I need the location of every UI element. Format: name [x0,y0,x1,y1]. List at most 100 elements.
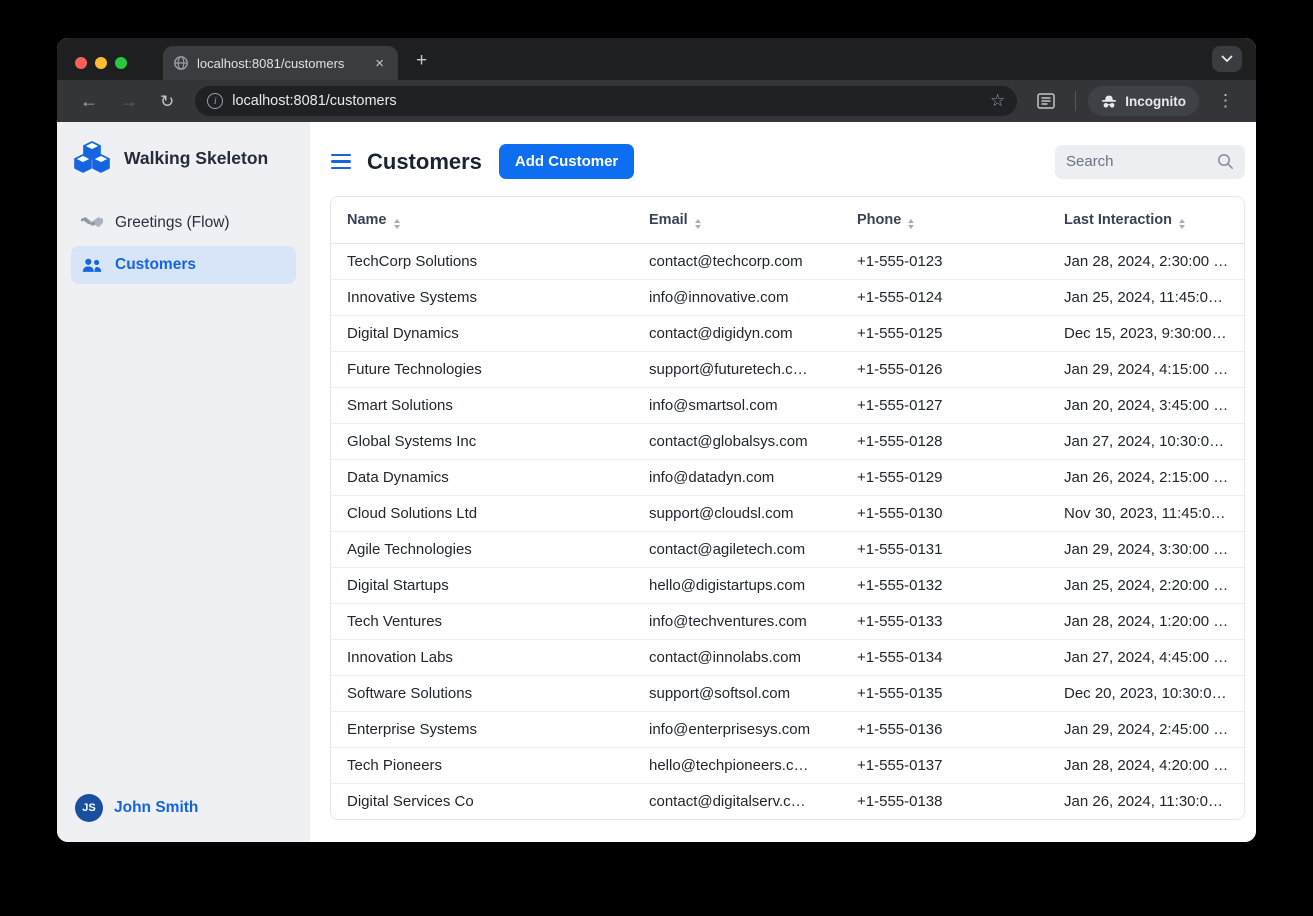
add-customer-button[interactable]: Add Customer [499,144,634,179]
close-tab-icon[interactable]: × [371,54,388,73]
table-row[interactable]: Enterprise Systems info@enterprisesys.co… [331,712,1244,748]
cell-email: info@enterprisesys.com [633,712,841,748]
cell-phone: +1-555-0135 [841,676,1048,712]
sidebar-item-label: Customers [115,256,196,274]
cell-last-interaction: Jan 28, 2024, 1:20:00 … [1048,604,1244,640]
search-input[interactable] [1066,153,1217,170]
sidebar-item-greetings[interactable]: Greetings (Flow) [71,204,296,242]
cell-phone: +1-555-0133 [841,604,1048,640]
table-row[interactable]: Smart Solutions info@smartsol.com +1-555… [331,388,1244,424]
table-row[interactable]: TechCorp Solutions contact@techcorp.com … [331,244,1244,280]
table-row[interactable]: Tech Ventures info@techventures.com +1-5… [331,604,1244,640]
incognito-label: Incognito [1125,94,1186,109]
table-row[interactable]: Future Technologies support@futuretech.c… [331,352,1244,388]
reload-button[interactable]: ↻ [151,89,183,114]
column-header-name[interactable]: Name [331,197,633,244]
main-panel: Customers Add Customer Name [310,122,1256,842]
cell-last-interaction: Dec 15, 2023, 9:30:00… [1048,316,1244,352]
cell-email: support@softsol.com [633,676,841,712]
users-icon [81,258,103,273]
cell-phone: +1-555-0125 [841,316,1048,352]
cell-name: Global Systems Inc [331,424,633,460]
cell-last-interaction: Jan 29, 2024, 2:45:00 … [1048,712,1244,748]
table-row[interactable]: Data Dynamics info@datadyn.com +1-555-01… [331,460,1244,496]
sort-icon [1179,219,1185,229]
column-header-email[interactable]: Email [633,197,841,244]
url-text[interactable]: localhost:8081/customers [232,93,981,109]
site-info-icon[interactable]: i [207,93,223,109]
tab-search-button[interactable] [1212,46,1242,72]
cell-email: contact@agiletech.com [633,532,841,568]
browser-tab[interactable]: localhost:8081/customers × [163,46,398,80]
cell-email: support@futuretech.c… [633,352,841,388]
bookmark-star-icon[interactable]: ☆ [990,91,1005,111]
cell-phone: +1-555-0137 [841,748,1048,784]
cell-name: Future Technologies [331,352,633,388]
cell-name: Digital Dynamics [331,316,633,352]
column-header-last-interaction[interactable]: Last Interaction [1048,197,1244,244]
table-body: TechCorp Solutions contact@techcorp.com … [331,244,1244,820]
cell-name: Digital Services Co [331,784,633,820]
globe-favicon-icon [173,55,189,71]
incognito-icon [1101,94,1117,109]
table-row[interactable]: Innovation Labs contact@innolabs.com +1-… [331,640,1244,676]
maximize-window-button[interactable] [115,57,127,69]
cell-phone: +1-555-0130 [841,496,1048,532]
table-row[interactable]: Tech Pioneers hello@techpioneers.c… +1-5… [331,748,1244,784]
cell-email: info@innovative.com [633,280,841,316]
cell-name: Data Dynamics [331,460,633,496]
table-row[interactable]: Global Systems Inc contact@globalsys.com… [331,424,1244,460]
traffic-lights [75,57,127,69]
user-chip[interactable]: JS John Smith [71,794,296,822]
cell-last-interaction: Jan 25, 2024, 2:20:00 … [1048,568,1244,604]
minimize-window-button[interactable] [95,57,107,69]
table-row[interactable]: Innovative Systems info@innovative.com +… [331,280,1244,316]
cell-phone: +1-555-0134 [841,640,1048,676]
close-window-button[interactable] [75,57,87,69]
cell-last-interaction: Jan 27, 2024, 4:45:00 … [1048,640,1244,676]
sidebar: Walking Skeleton Greetings (Flow) [57,122,310,842]
menu-hamburger-icon[interactable] [330,151,352,173]
cell-phone: +1-555-0126 [841,352,1048,388]
cell-phone: +1-555-0138 [841,784,1048,820]
cell-name: Cloud Solutions Ltd [331,496,633,532]
cell-phone: +1-555-0127 [841,388,1048,424]
sidebar-item-customers[interactable]: Customers [71,246,296,284]
column-header-phone[interactable]: Phone [841,197,1048,244]
table-row[interactable]: Digital Dynamics contact@digidyn.com +1-… [331,316,1244,352]
forward-button[interactable]: → [111,88,147,114]
sort-icon [695,219,701,229]
chevron-down-icon [1221,55,1233,63]
cell-email: info@techventures.com [633,604,841,640]
cell-last-interaction: Jan 20, 2024, 3:45:00 … [1048,388,1244,424]
cell-last-interaction: Jan 28, 2024, 4:20:00 … [1048,748,1244,784]
search-box[interactable] [1055,145,1245,179]
cell-email: hello@digistartups.com [633,568,841,604]
table-row[interactable]: Digital Startups hello@digistartups.com … [331,568,1244,604]
cell-name: Tech Pioneers [331,748,633,784]
back-button[interactable]: ← [71,88,107,114]
cell-last-interaction: Jan 29, 2024, 3:30:00 … [1048,532,1244,568]
browser-menu-button[interactable]: ⋮ [1209,89,1242,113]
table-row[interactable]: Agile Technologies contact@agiletech.com… [331,532,1244,568]
cell-email: contact@digitalserv.c… [633,784,841,820]
incognito-badge: Incognito [1088,86,1199,116]
side-panel-button[interactable] [1029,89,1063,113]
cell-last-interaction: Jan 27, 2024, 10:30:0… [1048,424,1244,460]
address-bar[interactable]: i localhost:8081/customers ☆ [195,86,1017,116]
table-row[interactable]: Software Solutions support@softsol.com +… [331,676,1244,712]
brand-name: Walking Skeleton [124,148,268,169]
search-icon [1217,153,1234,170]
cell-name: Smart Solutions [331,388,633,424]
browser-window: localhost:8081/customers × + ← → ↻ i loc… [57,38,1256,842]
cell-email: contact@innolabs.com [633,640,841,676]
cell-email: support@cloudsl.com [633,496,841,532]
table-row[interactable]: Cloud Solutions Ltd support@cloudsl.com … [331,496,1244,532]
user-name: John Smith [114,799,198,817]
cell-name: Agile Technologies [331,532,633,568]
new-tab-button[interactable]: + [410,50,433,72]
page-title: Customers [367,149,482,175]
cell-email: contact@techcorp.com [633,244,841,280]
table-row[interactable]: Digital Services Co contact@digitalserv.… [331,784,1244,820]
cell-phone: +1-555-0123 [841,244,1048,280]
